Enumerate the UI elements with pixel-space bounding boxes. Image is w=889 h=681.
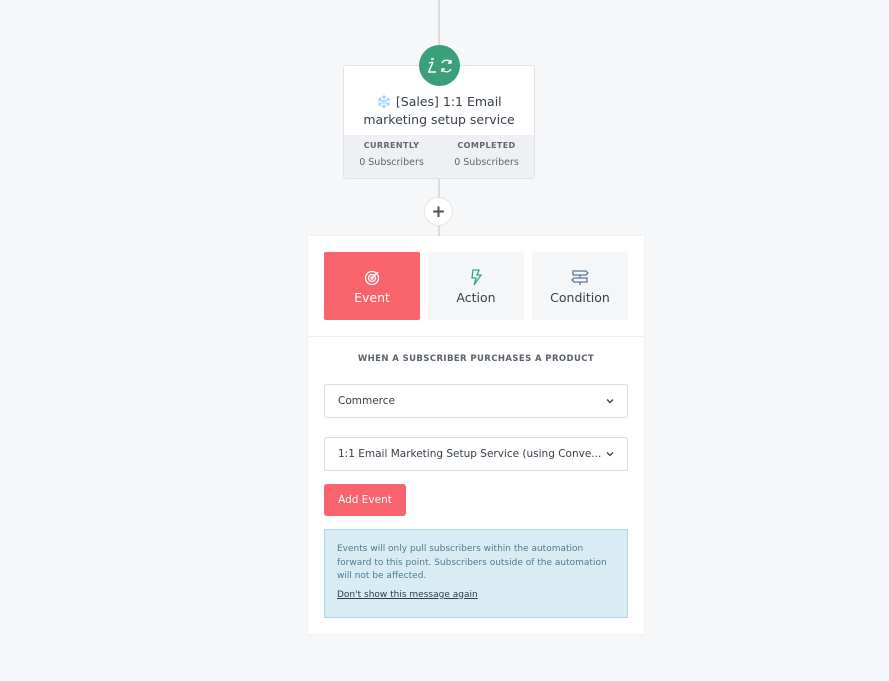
stat-label: CURRENTLY bbox=[363, 141, 420, 150]
chevron-down-icon bbox=[606, 452, 614, 457]
funnel-sync-icon bbox=[419, 45, 460, 86]
target-icon bbox=[324, 252, 420, 290]
stat-currently: CURRENTLY 0 Subscribers bbox=[344, 135, 439, 178]
info-message: Events will only pull subscribers within… bbox=[324, 529, 628, 618]
select-value: Commerce bbox=[338, 395, 395, 407]
stat-label: COMPLETED bbox=[457, 141, 516, 150]
category-select[interactable]: Commerce bbox=[324, 384, 628, 418]
divider bbox=[308, 336, 644, 337]
signpost-icon bbox=[532, 252, 628, 290]
stat-value: 0 Subscribers bbox=[359, 157, 424, 168]
chevron-down-icon bbox=[606, 399, 614, 404]
tab-action[interactable]: Action bbox=[428, 252, 524, 320]
step-picker-panel: Event Action Condition WHEN A SUBSCRIBER… bbox=[308, 236, 644, 634]
lightning-icon bbox=[428, 252, 524, 290]
tab-event[interactable]: Event bbox=[324, 252, 420, 320]
tab-condition[interactable]: Condition bbox=[532, 252, 628, 320]
step-stats: CURRENTLY 0 Subscribers COMPLETED 0 Subs… bbox=[344, 135, 534, 178]
dismiss-message-link[interactable]: Don't show this message again bbox=[337, 589, 615, 603]
tab-label: Event bbox=[354, 290, 390, 305]
step-title: ❄️ [Sales] 1:1 Email marketing setup ser… bbox=[363, 94, 515, 127]
stat-value: 0 Subscribers bbox=[454, 157, 519, 168]
info-text: Events will only pull subscribers within… bbox=[337, 544, 607, 581]
tab-label: Condition bbox=[550, 290, 610, 305]
stat-completed: COMPLETED 0 Subscribers bbox=[439, 135, 534, 178]
tab-label: Action bbox=[456, 290, 496, 305]
product-select[interactable]: 1:1 Email Marketing Setup Service (using… bbox=[324, 437, 628, 471]
add-step-button[interactable]: + bbox=[424, 197, 453, 226]
add-event-button[interactable]: Add Event bbox=[324, 484, 406, 516]
select-value: 1:1 Email Marketing Setup Service (using… bbox=[338, 448, 602, 460]
connector-line bbox=[438, 0, 440, 46]
section-heading: WHEN A SUBSCRIBER PURCHASES A PRODUCT bbox=[357, 354, 595, 364]
